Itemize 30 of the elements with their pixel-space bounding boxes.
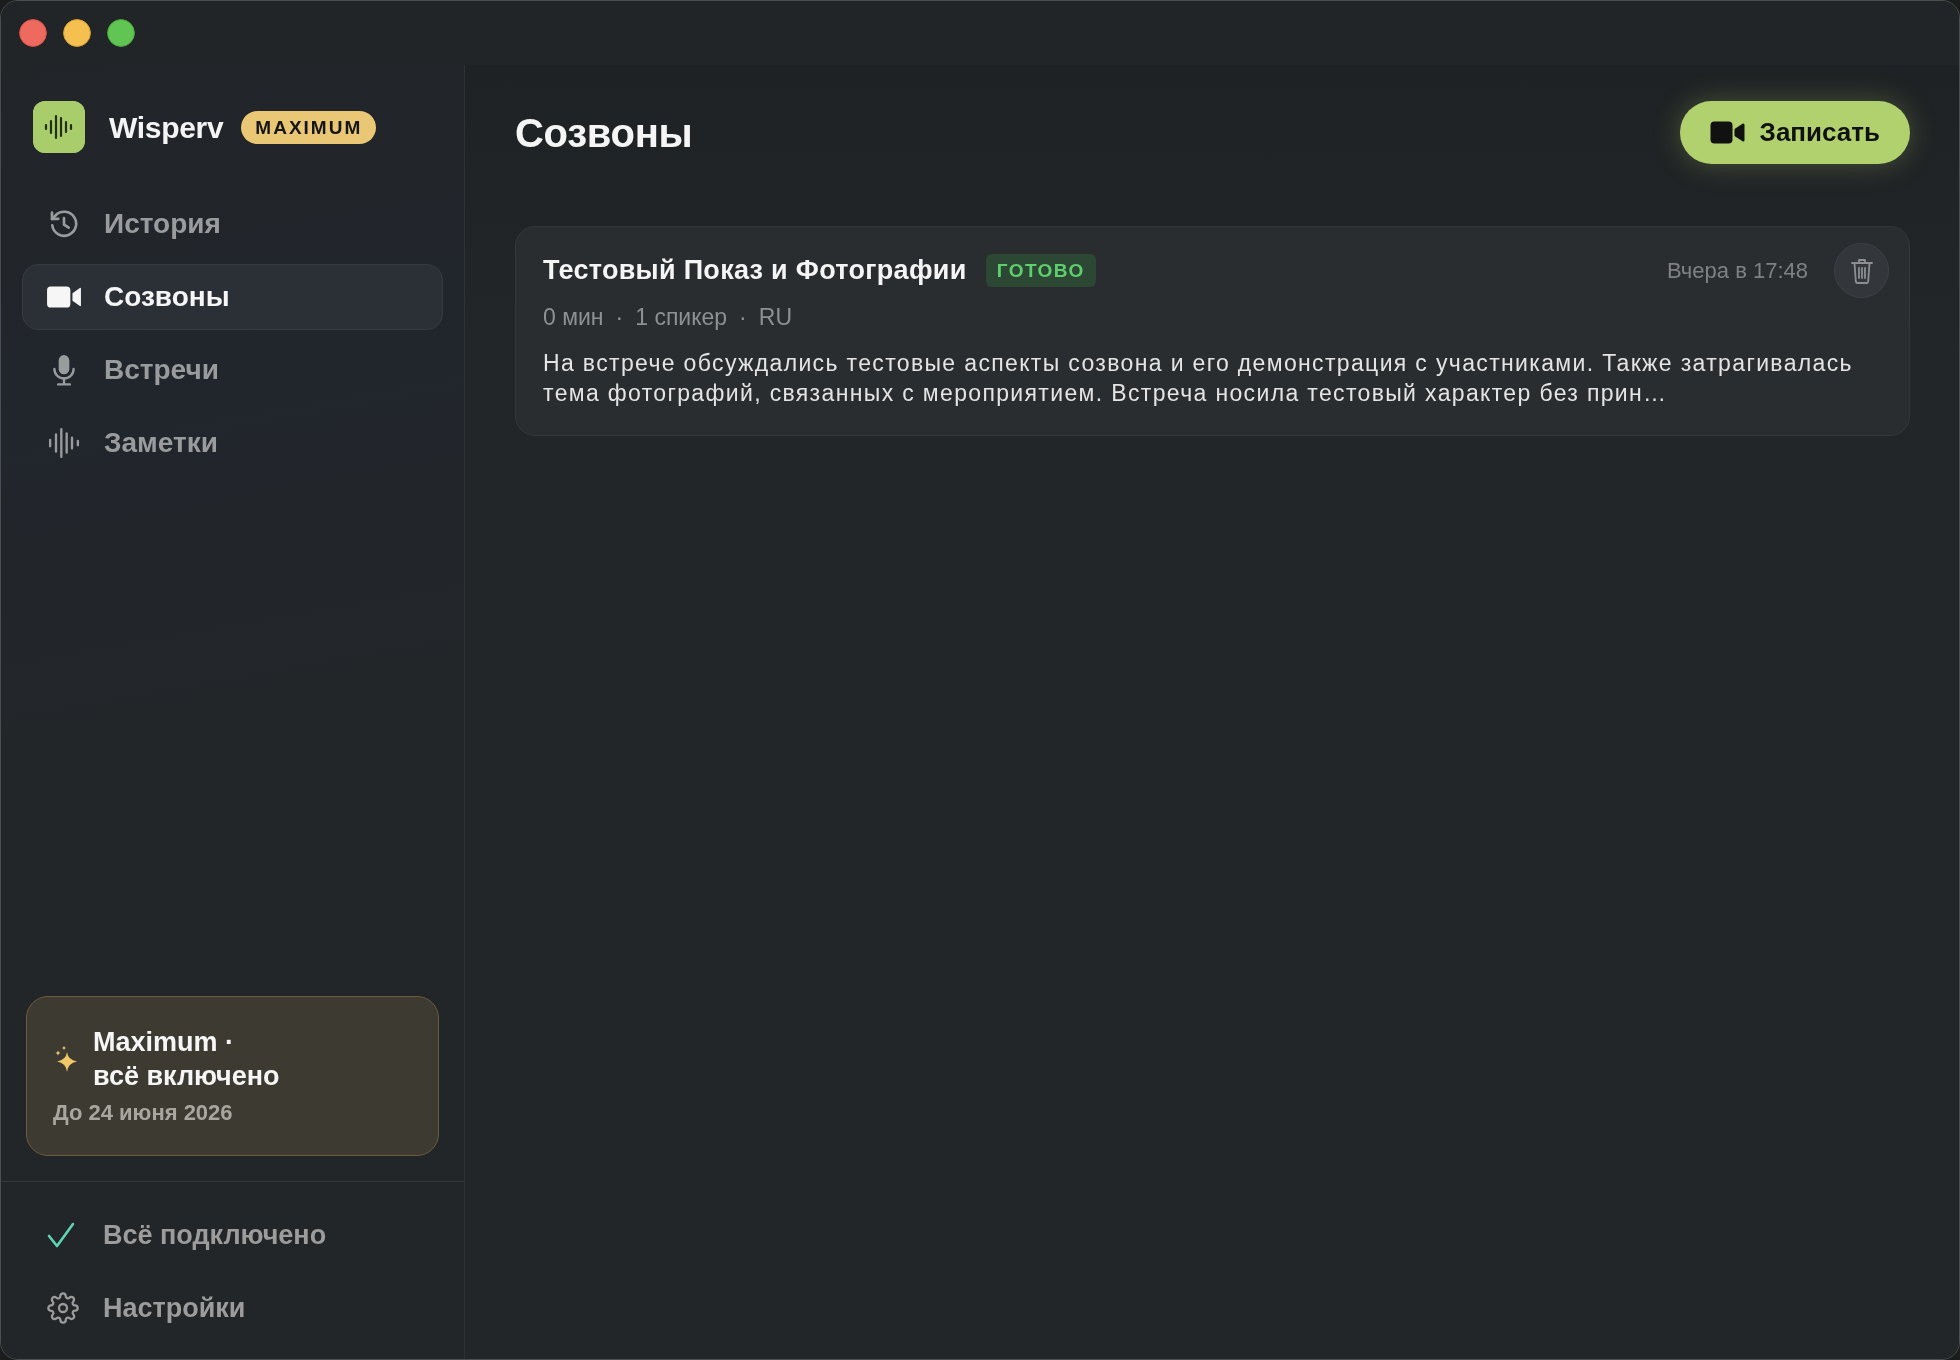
video-camera-icon: [1709, 121, 1745, 144]
connection-status: Всё подключено: [103, 1218, 327, 1252]
plan-title: Maximum · всё включено: [93, 1026, 280, 1093]
app-name: Wisperv: [109, 109, 224, 146]
minimize-window-button[interactable]: [63, 19, 91, 47]
call-card[interactable]: [515, 226, 1910, 436]
plan-expiry: До 24 июня 2026: [53, 1099, 233, 1127]
nav-item[interactable]: Созвоны: [22, 264, 443, 330]
waveform-icon: [46, 427, 82, 459]
nav-item[interactable]: Встречи: [22, 337, 443, 403]
call-title: Тестовый Показ и Фотографии: [543, 254, 967, 288]
call-time: Вчера в 17:48: [1666, 257, 1808, 285]
meta-separator: ·: [615, 303, 624, 332]
call-meta: 1 спикер: [635, 303, 728, 332]
meta-separator: ·: [739, 303, 747, 332]
call-summary: На встрече обсуждались тестовые аспекты созвона и его демонстрация с участниками. Также затрагивалась тема фотографий, связанных с мероприятием. Встреча носила тестовый характер без прин…: [543, 349, 1854, 408]
plan-badge: MAXIMUM: [241, 110, 377, 144]
nav-item[interactable]: История: [22, 191, 443, 257]
zoom-window-button[interactable]: [107, 19, 135, 47]
settings-button[interactable]: Настройки: [22, 1275, 443, 1341]
trash-icon: [1850, 257, 1873, 284]
call-meta: RU: [758, 303, 792, 332]
settings-icon: [45, 1292, 81, 1324]
page-title: Созвоны: [515, 109, 693, 157]
nav-item[interactable]: Заметки: [22, 410, 443, 476]
status-badge: ГОТОВО: [985, 254, 1096, 287]
call-meta: 0 мин: [543, 303, 604, 332]
close-window-button[interactable]: [19, 19, 47, 47]
app-logo-icon: [33, 101, 85, 153]
record-button[interactable]: Записать: [1679, 101, 1910, 164]
